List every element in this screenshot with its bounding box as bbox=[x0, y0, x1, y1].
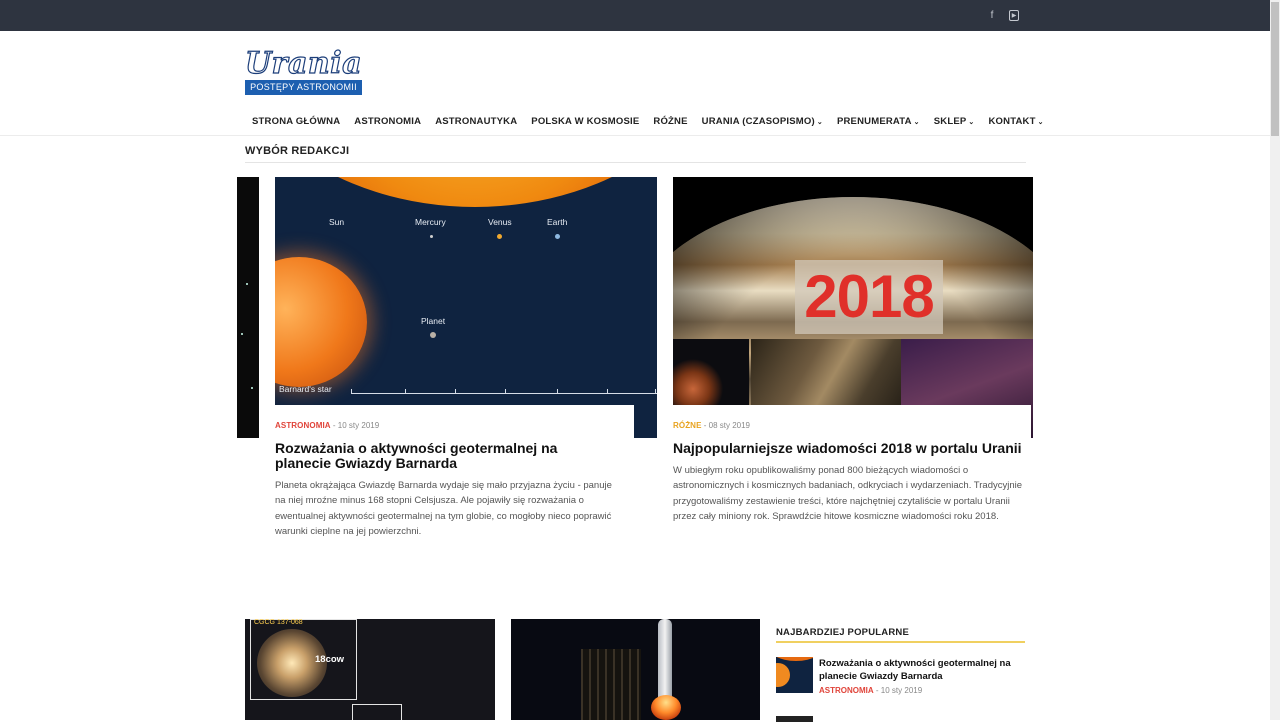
venus-dot bbox=[497, 234, 502, 239]
nav-label: URANIA (CZASOPISMO) bbox=[701, 116, 815, 127]
top-bar: f ▶ bbox=[0, 0, 1270, 31]
post-date: 10 sty 2019 bbox=[337, 421, 380, 430]
section-title-editors-pick: WYBÓR REDAKCJI bbox=[245, 145, 350, 157]
card-meta: ASTRONOMIA - 10 sty 2019 bbox=[275, 421, 380, 430]
planet-dot bbox=[430, 332, 436, 338]
nav-label: STRONA GŁÓWNA bbox=[252, 116, 341, 127]
nav-item-prenumerata[interactable]: PRENUMERATA ⌄ bbox=[830, 114, 927, 130]
earth-dot bbox=[555, 234, 560, 239]
chevron-down-icon: ⌄ bbox=[1037, 119, 1044, 126]
facebook-icon[interactable]: f bbox=[987, 10, 997, 21]
nav-label: PRENUMERATA bbox=[836, 116, 912, 127]
nav-label: SKLEP bbox=[933, 116, 967, 127]
nav-item-sklep[interactable]: SKLEP ⌄ bbox=[927, 114, 982, 130]
popular-thumbnail[interactable] bbox=[776, 657, 813, 693]
popular-thumbnail[interactable] bbox=[776, 716, 813, 722]
card-image[interactable]: Sun Mercury Venus Earth Planet Barnard's… bbox=[275, 177, 657, 438]
section-divider bbox=[776, 641, 1025, 643]
nav-item-polska-w-kosmosie[interactable]: POLSKA W KOSMOSIE bbox=[524, 114, 646, 130]
nav-item-kontakt[interactable]: KONTAKT ⌄ bbox=[981, 114, 1050, 130]
mercury-dot bbox=[430, 235, 433, 238]
label-venus: Venus bbox=[488, 217, 512, 227]
scrollbar-thumb[interactable] bbox=[1271, 2, 1279, 136]
nav-label: ASTRONAUTYKA bbox=[435, 116, 518, 127]
label-barnards-star: Barnard's star bbox=[279, 384, 332, 394]
chevron-down-icon: ⌄ bbox=[816, 119, 823, 126]
label-sun: Sun bbox=[329, 217, 345, 227]
card-meta: RÓŻNE - 08 sty 2019 bbox=[673, 421, 750, 430]
category-link[interactable]: ASTRONOMIA bbox=[819, 686, 874, 695]
nav-label: RÓŻNE bbox=[653, 116, 688, 127]
page-scrollbar[interactable] bbox=[1270, 0, 1280, 720]
article-thumbnail[interactable] bbox=[511, 619, 760, 720]
card-image[interactable]: 2018 bbox=[673, 177, 1033, 438]
category-link[interactable]: RÓŻNE bbox=[673, 421, 702, 430]
logo-tagline: POSTĘPY ASTRONOMII bbox=[245, 80, 362, 95]
section-title-popular: NAJBARDZIEJ POPULARNE bbox=[776, 627, 909, 638]
section-divider bbox=[245, 162, 1026, 163]
nav-divider bbox=[0, 135, 1270, 136]
article-thumbnail[interactable]: CGCG 137-068 18cow bbox=[245, 619, 495, 720]
label-earth: Earth bbox=[547, 217, 568, 227]
card-excerpt: W ubiegłym roku opublikowaliśmy ponad 80… bbox=[673, 465, 1023, 522]
barnard-star-graphic bbox=[275, 257, 367, 387]
card-excerpt: Planeta okrążająca Gwiazdę Barnarda wyda… bbox=[275, 480, 612, 537]
popular-item-meta: ASTRONOMIA - 10 sty 2019 bbox=[819, 686, 923, 695]
nav-label: KONTAKT bbox=[988, 116, 1036, 127]
nav-item-astronomia[interactable]: ASTRONOMIA bbox=[347, 114, 428, 130]
category-link[interactable]: ASTRONOMIA bbox=[275, 421, 331, 430]
sun-graphic bbox=[275, 177, 657, 207]
label-mercury: Mercury bbox=[415, 217, 446, 227]
post-date: 10 sty 2019 bbox=[880, 686, 923, 695]
catalog-label: CGCG 137-068 bbox=[254, 619, 303, 626]
card-title[interactable]: Najpopularniejsze wiadomości 2018 w port… bbox=[673, 441, 1023, 456]
object-label: 18cow bbox=[315, 654, 345, 665]
chevron-down-icon: ⌄ bbox=[913, 119, 920, 126]
logo-wordmark: Urania bbox=[244, 45, 363, 81]
distance-scale bbox=[351, 393, 657, 394]
youtube-icon[interactable]: ▶ bbox=[1009, 10, 1019, 21]
slider-previous-slide[interactable] bbox=[237, 177, 259, 438]
nav-item-home[interactable]: STRONA GŁÓWNA bbox=[245, 114, 347, 130]
card-title[interactable]: Rozważania o aktywności geotermalnej na … bbox=[275, 441, 615, 471]
popular-item-title[interactable]: Rozważania o aktywności geotermalnej na … bbox=[819, 657, 1019, 683]
nav-label: ASTRONOMIA bbox=[354, 116, 422, 127]
label-planet: Planet bbox=[421, 316, 446, 326]
image-year-text: 2018 bbox=[804, 263, 934, 330]
nav-item-urania-czasopismo[interactable]: URANIA (CZASOPISMO) ⌄ bbox=[695, 114, 830, 130]
nav-item-astronautyka[interactable]: ASTRONAUTYKA bbox=[428, 114, 524, 130]
post-date: 08 sty 2019 bbox=[708, 421, 750, 430]
chevron-down-icon: ⌄ bbox=[968, 119, 975, 126]
main-nav: STRONA GŁÓWNA ASTRONOMIA ASTRONAUTYKA PO… bbox=[245, 114, 1051, 130]
site-logo[interactable]: Urania POSTĘPY ASTRONOMII bbox=[244, 45, 363, 96]
nav-label: POLSKA W KOSMOSIE bbox=[531, 116, 640, 127]
nav-item-rozne[interactable]: RÓŻNE bbox=[646, 114, 694, 130]
